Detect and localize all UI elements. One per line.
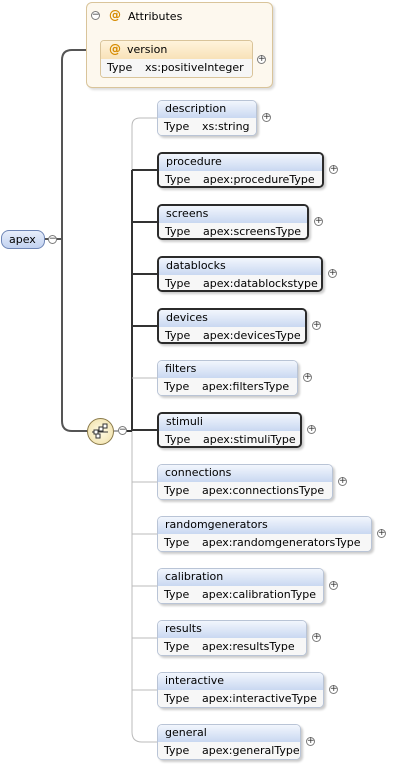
type-label: Type (165, 329, 191, 342)
element-name: interactive (165, 674, 225, 687)
expand-icon[interactable]: + (329, 165, 338, 174)
collapse-icon[interactable]: − (91, 11, 100, 20)
type-value: apex:generalType (202, 744, 300, 757)
type-label: Type (164, 640, 190, 653)
element-name: randomgenerators (165, 518, 268, 531)
type-value: apex:resultsType (202, 640, 295, 653)
type-label: Type (165, 173, 191, 186)
type-label: Type (165, 433, 191, 446)
type-label: Type (164, 744, 190, 757)
attribute-name: version (127, 43, 168, 56)
element-description[interactable]: description Type xs:string (157, 100, 257, 136)
attributes-header: Attributes (128, 10, 183, 23)
element-screens[interactable]: screens Type apex:screensType (157, 204, 309, 240)
element-name: procedure (166, 155, 222, 168)
element-name: calibration (165, 570, 224, 583)
element-connections[interactable]: connections Type apex:connectionsType (157, 464, 333, 500)
element-name: datablocks (166, 259, 226, 272)
element-filters[interactable]: filters Type apex:filtersType (157, 360, 298, 396)
expand-icon[interactable]: + (377, 529, 386, 538)
type-label: Type (164, 380, 190, 393)
expand-icon[interactable]: + (328, 269, 337, 278)
expand-icon[interactable]: + (338, 477, 347, 486)
element-randomgenerators[interactable]: randomgenerators Type apex:randomgenerator… (157, 516, 372, 552)
element-name: connections (165, 466, 232, 479)
type-label: Type (164, 588, 190, 601)
type-value: apex:devicesType (203, 329, 301, 342)
element-general[interactable]: general Type apex:generalType (157, 724, 301, 760)
element-datablocks[interactable]: datablocks Type apex:datablockstype (157, 256, 323, 292)
attribute-version[interactable]: @ version Type xs:positiveInteger (100, 40, 253, 78)
collapse-icon[interactable]: − (48, 235, 57, 244)
type-label: Type (164, 484, 190, 497)
root-label: apex (9, 233, 36, 246)
type-value: apex:connectionsType (202, 484, 325, 497)
element-name: stimuli (166, 415, 203, 428)
expand-icon[interactable]: + (329, 685, 338, 694)
type-value: apex:randomgeneratorsType (202, 536, 361, 549)
element-name: filters (165, 362, 197, 375)
element-stimuli[interactable]: stimuli Type apex:stimuliType (157, 412, 302, 448)
type-value: apex:datablockstype (203, 277, 318, 290)
type-label: Type (164, 536, 190, 549)
type-value: apex:filtersType (202, 380, 290, 393)
collapse-icon[interactable]: − (118, 426, 127, 435)
type-value: apex:calibrationType (202, 588, 316, 601)
element-calibration[interactable]: calibration Type apex:calibrationType (157, 568, 324, 604)
expand-icon[interactable]: + (307, 425, 316, 434)
type-value: apex:interactiveType (202, 692, 317, 705)
element-name: results (165, 622, 202, 635)
type-value: xs:positiveInteger (145, 61, 244, 74)
expand-icon[interactable]: + (257, 55, 266, 64)
expand-icon[interactable]: + (312, 321, 321, 330)
attribute-icon: @ (109, 42, 121, 56)
type-label: Type (164, 120, 190, 133)
element-interactive[interactable]: interactive Type apex:interactiveType (157, 672, 324, 708)
element-results[interactable]: results Type apex:resultsType (157, 620, 307, 656)
root-element-apex[interactable]: apex (1, 230, 45, 249)
element-devices[interactable]: devices Type apex:devicesType (157, 308, 307, 344)
type-value: apex:procedureType (203, 173, 315, 186)
element-procedure[interactable]: procedure Type apex:procedureType (157, 152, 324, 188)
type-value: apex:screensType (203, 225, 302, 238)
type-value: apex:stimuliType (203, 433, 296, 446)
element-name: devices (166, 311, 208, 324)
type-label: Type (165, 277, 191, 290)
type-label: Type (165, 225, 191, 238)
sequence-icon (92, 423, 108, 439)
expand-icon[interactable]: + (314, 217, 323, 226)
expand-icon[interactable]: + (312, 633, 321, 642)
expand-icon[interactable]: + (306, 737, 315, 746)
element-name: general (165, 726, 207, 739)
type-label: Type (107, 61, 133, 74)
sequence-compositor[interactable] (87, 418, 114, 445)
element-name: screens (166, 207, 209, 220)
expand-icon[interactable]: + (329, 581, 338, 590)
type-label: Type (164, 692, 190, 705)
expand-icon[interactable]: + (262, 113, 271, 122)
expand-icon[interactable]: + (303, 373, 312, 382)
element-name: description (165, 102, 227, 115)
attribute-icon: @ (109, 8, 121, 22)
type-value: xs:string (202, 120, 250, 133)
